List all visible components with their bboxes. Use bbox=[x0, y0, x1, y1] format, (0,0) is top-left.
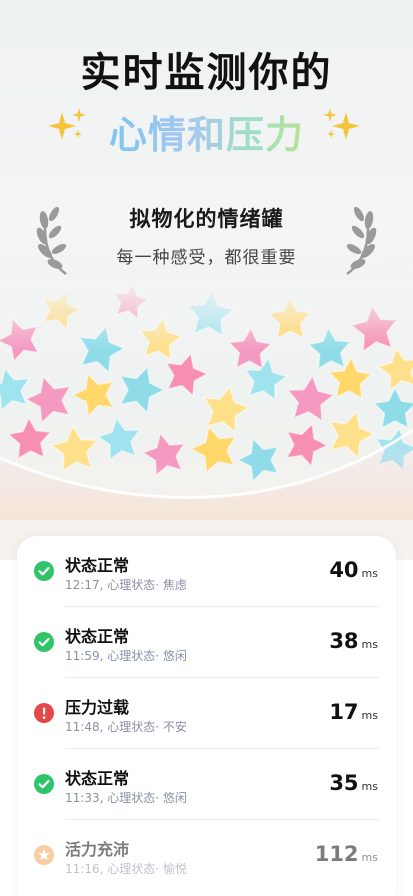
record-row[interactable]: 状态正常 12:17, 心理状态· 焦虑 40 ms bbox=[17, 536, 396, 607]
record-number: 35 bbox=[329, 771, 359, 795]
star-candy bbox=[286, 423, 328, 467]
record-meta: 12:17, 心理状态· 焦虑 bbox=[65, 576, 187, 593]
check-icon bbox=[34, 632, 54, 652]
record-value: 112 ms bbox=[315, 842, 378, 866]
record-time: 11:59, bbox=[65, 649, 104, 663]
record-value: 38 ms bbox=[329, 629, 378, 653]
record-mood: 心理状态· 悠闲 bbox=[107, 649, 187, 663]
record-status: 状态正常 bbox=[65, 769, 130, 788]
record-unit: ms bbox=[361, 638, 378, 651]
star-candy bbox=[0, 367, 30, 411]
record-time: 11:33, bbox=[65, 791, 104, 805]
star-badge-icon bbox=[34, 845, 54, 865]
record-unit: ms bbox=[361, 709, 378, 722]
headline: 实时监测你的 bbox=[80, 50, 333, 96]
star-candy bbox=[377, 347, 413, 391]
record-value: 40 ms bbox=[329, 558, 378, 582]
record-number: 112 bbox=[314, 842, 359, 866]
hero-banner: 实时监测你的 心情和压力 拟物化的情绪罐 每一种感受，都很重要 bbox=[0, 0, 413, 560]
record-meta: 11:59, 心理状态· 悠闲 bbox=[65, 647, 187, 664]
sparkle-icon bbox=[323, 108, 360, 140]
records-card: 状态正常 12:17, 心理状态· 焦虑 40 ms 状态正常 11:59, 心理状态· … bbox=[17, 536, 396, 896]
star-candy bbox=[203, 385, 250, 433]
star-candy bbox=[329, 411, 375, 459]
check-icon bbox=[34, 774, 54, 794]
record-row[interactable]: 压力过载 11:48, 心理状态· 不安 17 ms bbox=[17, 678, 396, 749]
record-row[interactable]: 状态正常 11:33, 心理状态· 悠闲 35 ms bbox=[17, 749, 396, 820]
laurel-icon bbox=[346, 206, 377, 275]
record-status: 活力充沛 bbox=[65, 840, 130, 859]
record-meta: 11:33, 心理状态· 悠闲 bbox=[65, 789, 187, 806]
star-candy bbox=[97, 417, 141, 461]
star-candy bbox=[72, 373, 114, 417]
record-value: 35 ms bbox=[329, 771, 378, 795]
check-icon bbox=[34, 561, 54, 581]
star-candy bbox=[119, 366, 165, 414]
record-unit: ms bbox=[361, 567, 378, 580]
subline-text: 心情和压力 bbox=[108, 113, 304, 157]
star-candy bbox=[373, 387, 413, 429]
star-candy bbox=[50, 425, 98, 472]
star-candy bbox=[8, 417, 52, 460]
record-mood: 心理状态· 悠闲 bbox=[107, 791, 187, 805]
record-status: 状态正常 bbox=[65, 556, 130, 575]
record-number: 38 bbox=[329, 629, 359, 653]
record-time: 11:16, bbox=[65, 862, 104, 876]
star-candy bbox=[237, 438, 279, 482]
record-mood: 心理状态· 不安 bbox=[107, 720, 187, 734]
record-status: 状态正常 bbox=[65, 627, 130, 646]
record-value: 17 ms bbox=[329, 700, 378, 724]
stars-fade bbox=[0, 280, 413, 350]
record-mood: 心理状态· 焦虑 bbox=[107, 578, 187, 592]
record-meta: 11:16, 心理状态· 愉悦 bbox=[65, 860, 187, 877]
star-candy bbox=[25, 376, 71, 424]
record-number: 17 bbox=[329, 700, 359, 724]
record-row[interactable]: 活力充沛 11:16, 心理状态· 愉悦 112 ms bbox=[17, 820, 396, 891]
record-unit: ms bbox=[361, 780, 378, 793]
star-candy bbox=[287, 375, 335, 422]
record-time: 12:17, bbox=[65, 578, 104, 592]
record-unit: ms bbox=[361, 851, 378, 864]
record-mood: 心理状态· 愉悦 bbox=[107, 862, 187, 876]
record-meta: 11:48, 心理状态· 不安 bbox=[65, 718, 187, 735]
record-row[interactable]: 状态正常 11:59, 心理状态· 悠闲 38 ms bbox=[17, 607, 396, 678]
alert-icon bbox=[34, 703, 54, 723]
star-candy bbox=[142, 432, 185, 476]
record-status: 压力过载 bbox=[65, 698, 130, 717]
record-number: 40 bbox=[329, 558, 359, 582]
record-time: 11:48, bbox=[65, 720, 104, 734]
